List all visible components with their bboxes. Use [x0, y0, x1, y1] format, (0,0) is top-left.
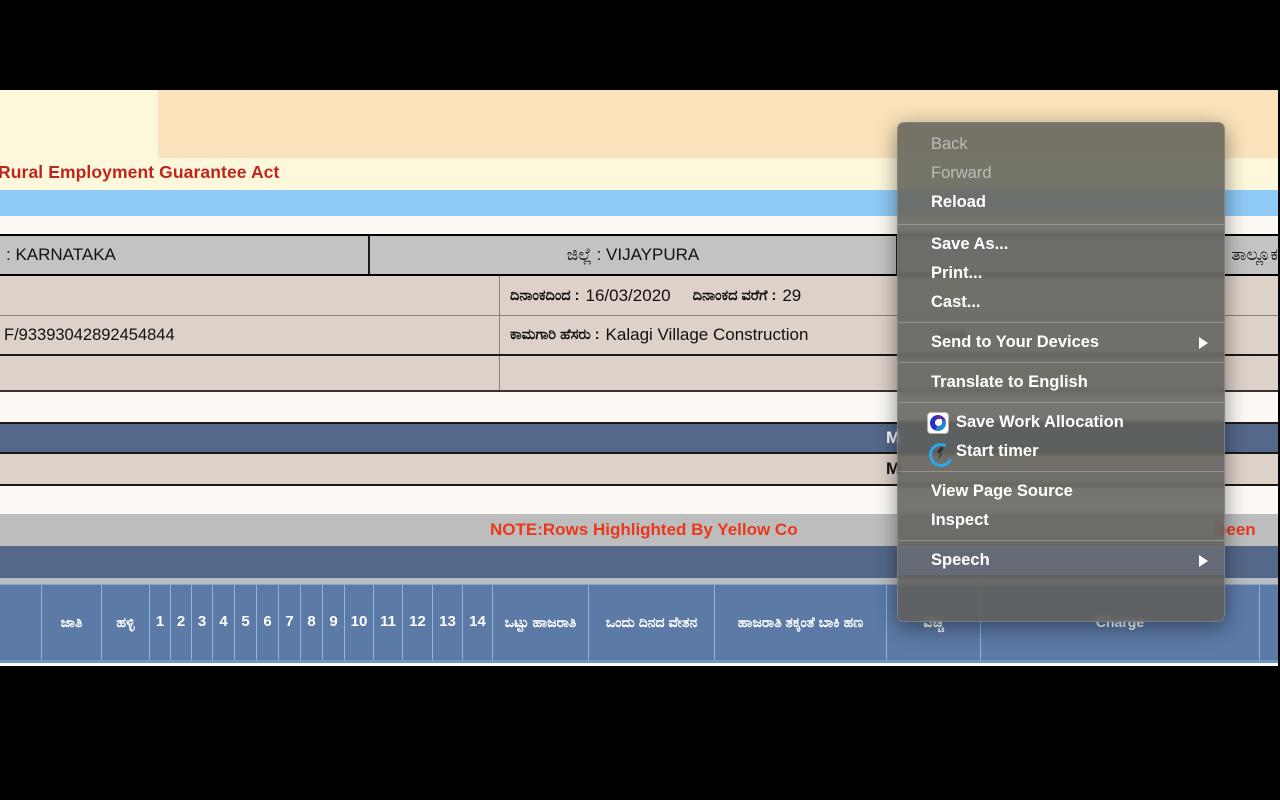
grammarly-swirl-icon	[928, 412, 948, 433]
menu-item-inspect[interactable]: Inspect	[898, 506, 1224, 535]
work-name-value: Kalagi Village Construction	[605, 325, 809, 344]
menu-item-label: View Page Source	[931, 482, 1073, 500]
table-header-cell: 6	[257, 585, 279, 660]
state-cell: : KARNATAKA	[0, 236, 370, 274]
table-header-cell: 9	[323, 585, 345, 660]
work-name-label: ಕಾಮಗಾರಿ ಹೆಸರು :	[510, 327, 600, 343]
menu-item-save-work-allocation[interactable]: Save Work Allocation	[898, 408, 1224, 437]
date-from-value: 16/03/2020	[585, 285, 671, 305]
menu-item-speech[interactable]: Speech	[898, 546, 1224, 575]
table-header-cell: ಒಂದು ದಿನದ ವೇತನ	[589, 585, 715, 660]
district-cell: ಜಿಲ್ಲೆ : VIJAYPURA	[370, 236, 898, 274]
menu-group: Speech	[898, 546, 1224, 575]
menu-item-save-as[interactable]: Save As...	[898, 230, 1224, 259]
menu-separator	[898, 322, 1224, 323]
menu-item-view-page-source[interactable]: View Page Source	[898, 477, 1224, 506]
date-to-value: 29	[782, 285, 802, 305]
note-text: NOTE:Rows Highlighted By Yellow Co	[490, 520, 798, 539]
menu-separator	[898, 362, 1224, 363]
menu-group: Save Work Allocation Start timer	[898, 408, 1224, 466]
table-header-cell: 12	[403, 585, 433, 660]
menu-item-label: Reload	[931, 193, 987, 211]
menu-item-cast[interactable]: Cast...	[898, 288, 1224, 317]
submenu-arrow-icon	[1199, 554, 1208, 567]
menu-item-label: Save Work Allocation	[956, 413, 1124, 431]
table-header-cell: 14	[463, 585, 493, 660]
menu-separator	[898, 471, 1224, 472]
menu-separator	[898, 540, 1224, 541]
menu-item-label: Print...	[931, 264, 983, 282]
menu-item-label: Cast...	[931, 293, 981, 311]
menu-item-label: Inspect	[931, 511, 989, 529]
screen: Rural Employment Guarantee Act : KARNATA…	[0, 0, 1280, 800]
table-header-cell: 13	[433, 585, 463, 660]
menu-item-back: Back	[898, 130, 1224, 159]
menu-item-label: Forward	[931, 164, 992, 182]
table-header-cell: 10	[345, 585, 374, 660]
menu-group: View Page Source Inspect	[898, 477, 1224, 535]
table-header-cell: 7	[279, 585, 301, 660]
menu-separator	[898, 402, 1224, 403]
menu-item-forward: Forward	[898, 159, 1224, 188]
table-header-cell	[0, 585, 42, 660]
table-header-cell: 4	[213, 585, 235, 660]
date-to-label: ದಿನಾಂಕದ ವರೆಗೆ :	[692, 287, 777, 304]
menu-item-label: Save As...	[931, 235, 1009, 253]
work-extra-left	[0, 356, 500, 390]
table-header-cell: 11	[374, 585, 403, 660]
page-title: Rural Employment Guarantee Act	[0, 162, 280, 182]
menu-group: Back Forward Reload	[898, 123, 1224, 219]
table-bottom-rule	[0, 660, 1280, 663]
table-header-cell: ಹಾಜರಾತಿ ತಕ್ಕಂತೆ ಬಾಕಿ ಹಣ	[715, 585, 887, 660]
submenu-arrow-icon	[1199, 336, 1208, 349]
table-header-cell: ಜಾತಿ	[42, 585, 102, 660]
menu-item-label: Send to Your Devices	[931, 333, 1100, 351]
menu-item-translate-to-english[interactable]: Translate to English	[898, 368, 1224, 397]
menu-item-label: Speech	[931, 551, 990, 569]
clock-timer-icon	[928, 442, 948, 462]
table-header-cell: ಹಳ್ಳಿ	[102, 585, 150, 660]
menu-item-print[interactable]: Print...	[898, 259, 1224, 288]
menu-separator	[898, 224, 1224, 225]
table-header-cell: 8	[301, 585, 323, 660]
menu-item-label: Translate to English	[931, 373, 1088, 391]
menu-item-label: Back	[931, 135, 968, 153]
menu-group: Translate to English	[898, 368, 1224, 397]
table-header-cell: 2	[171, 585, 192, 660]
table-header-cell: 3	[192, 585, 213, 660]
menu-group: Send to Your Devices	[898, 328, 1224, 357]
menu-group: Save As... Print... Cast...	[898, 230, 1224, 317]
browser-context-menu[interactable]: Back Forward Reload Save As... Print... Cast.…	[897, 122, 1225, 622]
work-id-cell: F/93393042892454844	[0, 316, 500, 354]
menu-item-start-timer[interactable]: Start timer	[898, 437, 1224, 466]
table-header-cell: 5	[235, 585, 257, 660]
menu-item-reload[interactable]: Reload	[898, 188, 1224, 217]
date-row-left-blank	[0, 276, 500, 315]
menu-item-label: Start timer	[956, 442, 1039, 460]
table-header-cell: ಒಟ್ಟು ಹಾಜರಾತಿ	[493, 585, 589, 660]
table-header-cell: 1	[150, 585, 171, 660]
date-from-label: ದಿನಾಂಕದಿಂದ :	[510, 287, 580, 304]
menu-item-send-to-your-devices[interactable]: Send to Your Devices	[898, 328, 1224, 357]
